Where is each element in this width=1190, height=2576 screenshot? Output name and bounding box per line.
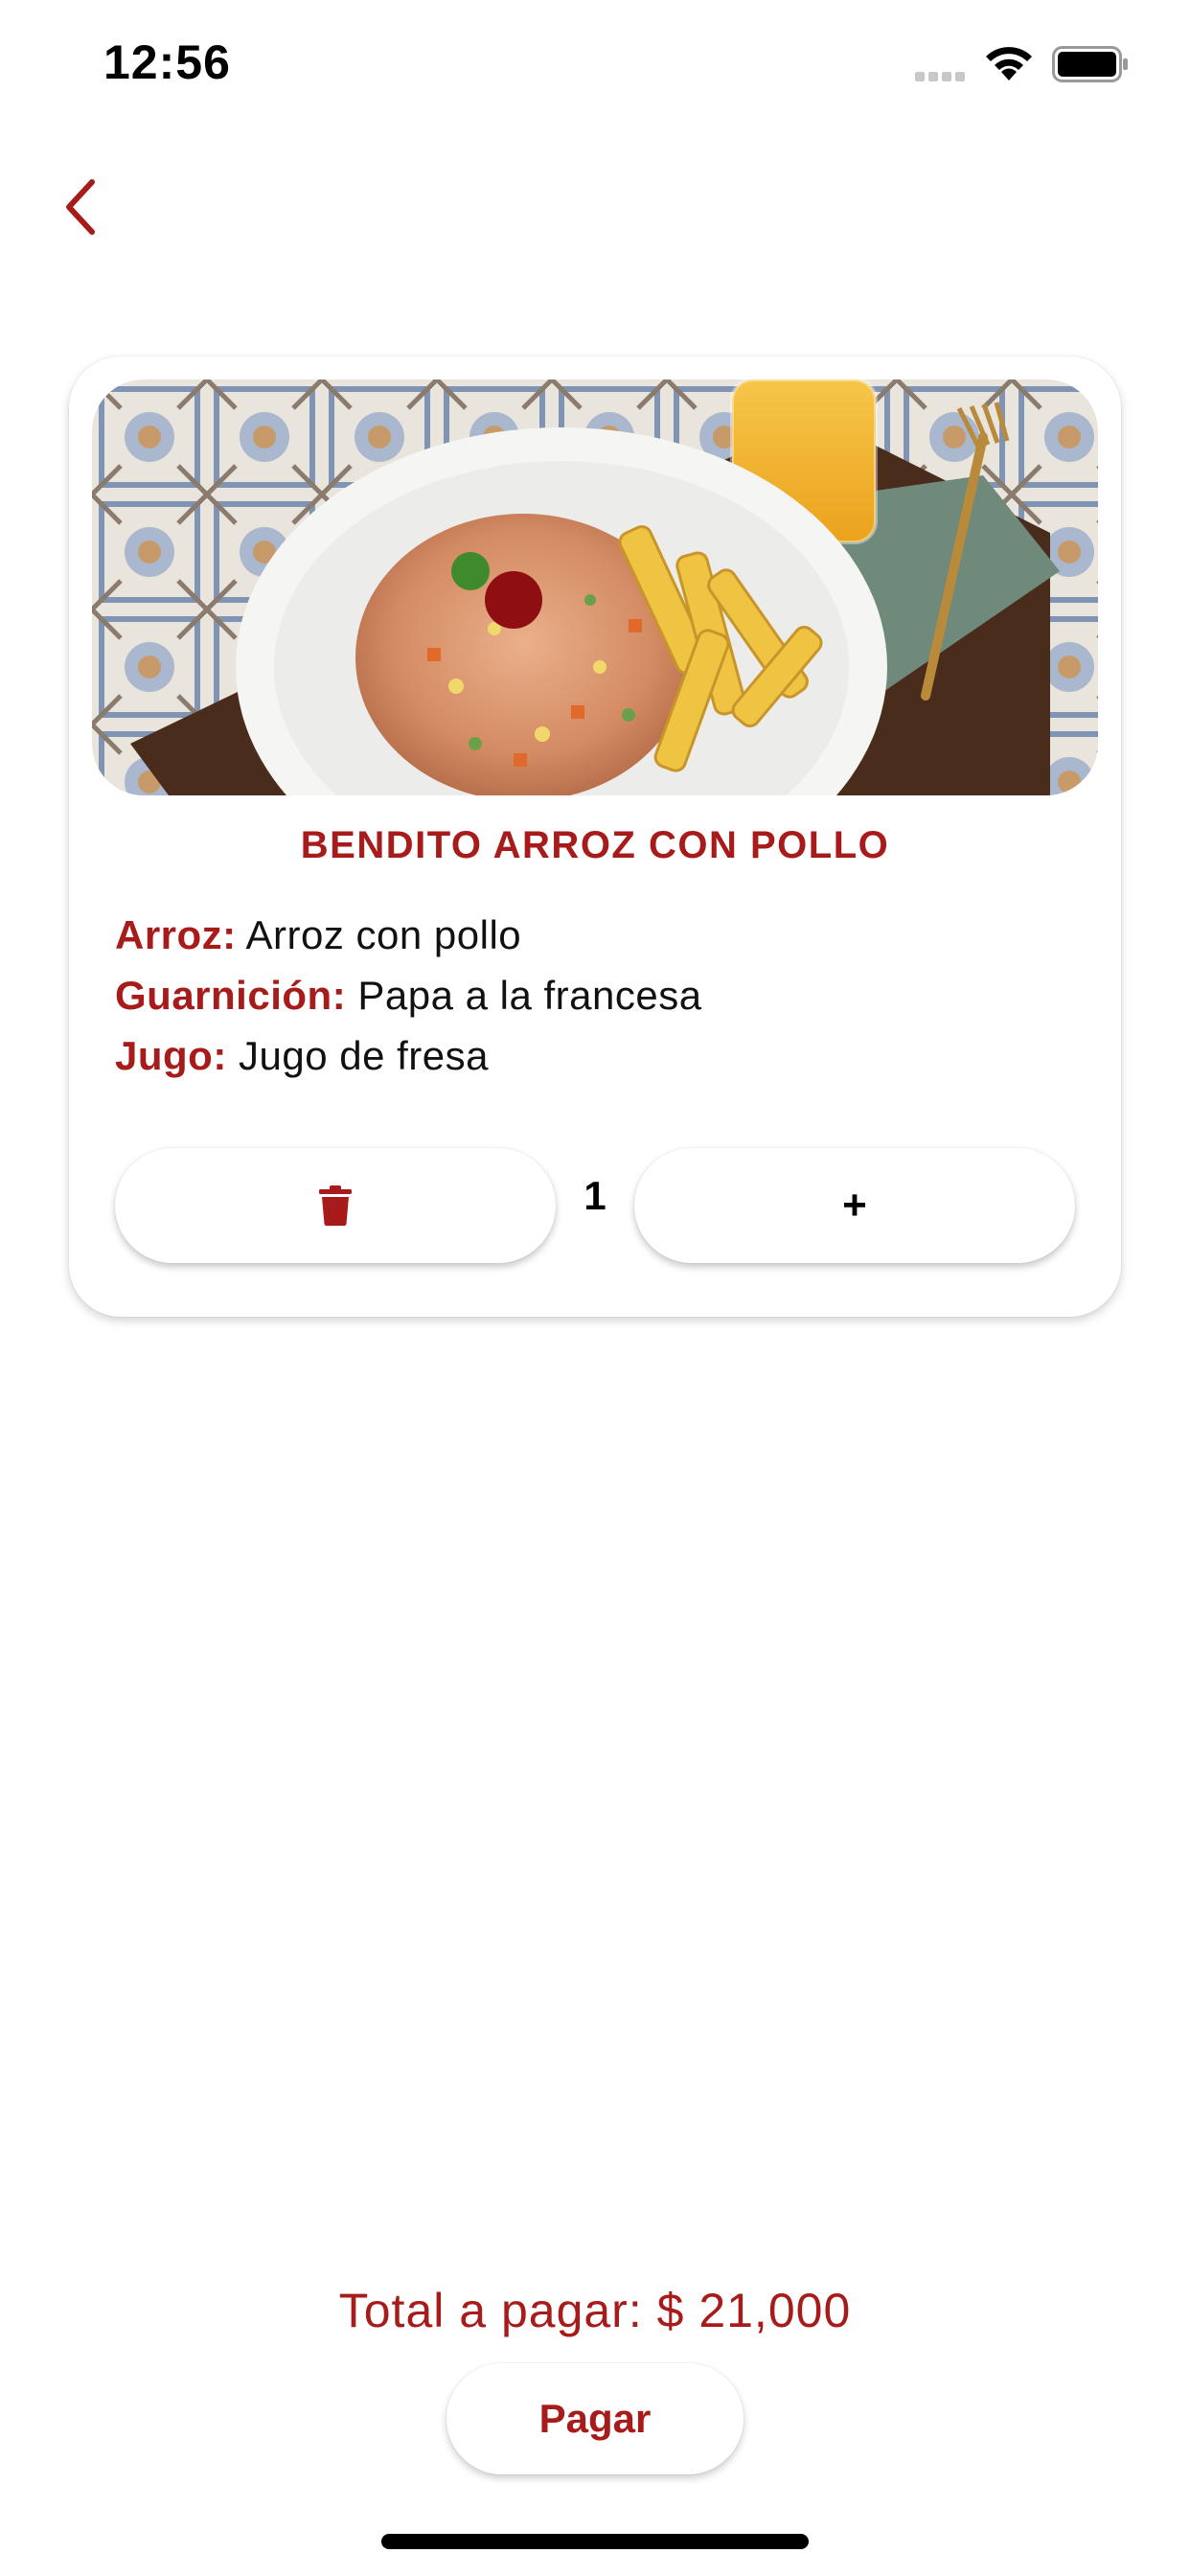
delete-button[interactable]	[115, 1148, 556, 1263]
pay-button[interactable]: Pagar	[446, 2363, 744, 2474]
dish-image	[92, 380, 1098, 795]
total-amount: Total a pagar: $ 21,000	[338, 2284, 852, 2337]
detail-value: Papa a la francesa	[357, 973, 702, 1018]
detail-label: Arroz:	[115, 912, 237, 957]
add-button[interactable]: +	[634, 1148, 1075, 1263]
status-bar: 12:56	[0, 0, 1190, 134]
signal-icon	[915, 69, 969, 81]
order-item-card: BENDITO ARROZ CON POLLO Arroz: Arroz con…	[69, 356, 1121, 1317]
detail-value: Jugo de fresa	[238, 1033, 489, 1078]
detail-row-guarnicion: Guarnición: Papa a la francesa	[115, 965, 1073, 1025]
detail-value: Arroz con pollo	[245, 912, 522, 957]
chevron-left-icon	[66, 179, 95, 235]
detail-label: Jugo:	[115, 1033, 227, 1078]
quantity-value: 1	[584, 1173, 606, 1218]
back-button[interactable]	[50, 169, 111, 245]
trash-icon	[319, 1185, 352, 1226]
dish-title: BENDITO ARROZ CON POLLO	[300, 824, 890, 866]
detail-label: Guarnición:	[115, 973, 347, 1018]
item-details: Arroz: Arroz con pollo Guarnición: Papa …	[115, 905, 1073, 1086]
battery-icon	[1052, 46, 1128, 82]
wifi-icon	[986, 47, 1032, 80]
home-indicator	[381, 2534, 809, 2549]
quantity-controls: 1 +	[115, 1148, 1075, 1263]
detail-row-jugo: Jugo: Jugo de fresa	[115, 1025, 1073, 1086]
status-time: 12:56	[103, 35, 231, 89]
detail-row-arroz: Arroz: Arroz con pollo	[115, 905, 1073, 965]
